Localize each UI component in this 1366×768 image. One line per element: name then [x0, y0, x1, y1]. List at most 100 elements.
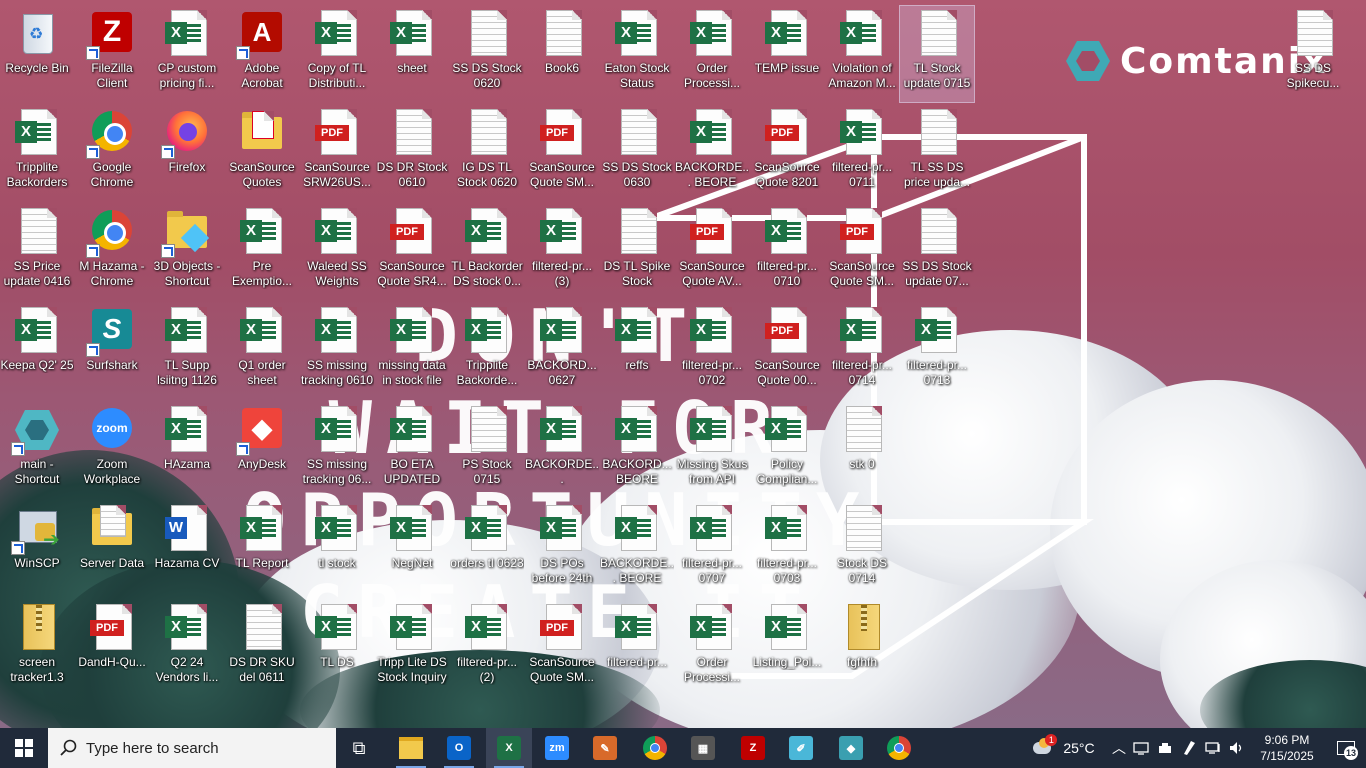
desktop-icon-3d-objects-shortcut[interactable]: 3D Objects - Shortcut: [150, 204, 224, 300]
desktop-icon-server-data[interactable]: Server Data: [75, 501, 149, 597]
desktop-icon-google-chrome[interactable]: Google Chrome: [75, 105, 149, 201]
desktop-icon-tl-supp-lsiitng-1126[interactable]: X TL Supp lsiitng 1126: [150, 303, 224, 399]
desktop-icon-scansource-quote-sr4[interactable]: PDF ScanSource Quote SR4...: [375, 204, 449, 300]
desktop-icon-firefox[interactable]: Firefox: [150, 105, 224, 201]
desktop-icon-ss-ds-stock-update-07[interactable]: SS DS Stock update 07...: [900, 204, 974, 300]
desktop-icon-ig-ds-tl-stock-0620[interactable]: IG DS TL Stock 0620: [450, 105, 524, 201]
desktop-icon-filtered-pr-0714[interactable]: Xfiltered-pr... 0714: [825, 303, 899, 399]
desktop-icon-pre-exemptio[interactable]: X Pre Exemptio...: [225, 204, 299, 300]
desktop-icon-cp-custom-pricing-fi[interactable]: X CP custom pricing fi...: [150, 6, 224, 102]
taskbar-filezilla-button[interactable]: Z: [730, 728, 776, 768]
desktop-icon-waleed-ss-weights[interactable]: X Waleed SS Weights: [300, 204, 374, 300]
tray-pen-icon[interactable]: [1178, 728, 1200, 768]
desktop-icon-stk-0[interactable]: stk 0: [825, 402, 899, 498]
desktop-icon-ss-ds-spikecu[interactable]: SS DS Spikecu...: [1276, 6, 1350, 102]
desktop-icon-order-processi[interactable]: X Order Processi...: [675, 6, 749, 102]
desktop-icon-backorde-0627-20250[interactable]: XBACKORDE... 0627(20250...: [525, 402, 599, 498]
desktop-icon-winscp[interactable]: ➔ WinSCP: [0, 501, 74, 597]
desktop-icon-book6[interactable]: Book6: [525, 6, 599, 102]
tray-network-device-icon[interactable]: [1154, 728, 1176, 768]
desktop-icon-missing-skus-from-api[interactable]: X Missing Skus from API: [675, 402, 749, 498]
desktop-icon-backord-beore-23r[interactable]: XBACKORD... BEORE 23R...: [600, 402, 674, 498]
taskbar-comtanix-button[interactable]: ◆: [828, 728, 874, 768]
taskbar-search-box[interactable]: Type here to search: [48, 728, 336, 768]
notification-center-button[interactable]: 13: [1328, 728, 1364, 768]
desktop-icon-filezilla-client[interactable]: Z FileZilla Client: [75, 6, 149, 102]
taskbar-file-explorer-button[interactable]: [388, 728, 434, 768]
desktop-icon-ds-dr-sku-del-0611[interactable]: DS DR SKU del 0611: [225, 600, 299, 696]
desktop-icon-scansource-quotes[interactable]: ScanSource Quotes: [225, 105, 299, 201]
desktop-icon-backorde-beore-23r[interactable]: XBACKORDE... BEORE 23R...: [600, 501, 674, 597]
desktop-icon-scansource-quote-00[interactable]: PDF ScanSource Quote 00...: [750, 303, 824, 399]
desktop-icon-scansource-quote-8201[interactable]: PDF ScanSource Quote 8201: [750, 105, 824, 201]
desktop-icon-violation-of-amazon-m[interactable]: X Violation of Amazon M...: [825, 6, 899, 102]
desktop-icon-ps-stock-0715[interactable]: PS Stock 0715: [450, 402, 524, 498]
desktop-icon-scansource-quote-sm[interactable]: PDF ScanSource Quote SM...: [825, 204, 899, 300]
desktop-icon-policy-complian[interactable]: X Policy Complian...: [750, 402, 824, 498]
desktop-icon-orders-tl-0623[interactable]: Xorders tl 0623: [450, 501, 524, 597]
desktop-icon-anydesk[interactable]: ◆ AnyDesk: [225, 402, 299, 498]
desktop-icon-main-shortcut[interactable]: main - Shortcut: [0, 402, 74, 498]
desktop-icon-tripplite-backorders[interactable]: X Tripplite Backorders: [0, 105, 74, 201]
desktop-icon-tl-backorder-ds-stock-0[interactable]: X TL Backorder DS stock 0...: [450, 204, 524, 300]
desktop-icon-hazama-cv[interactable]: W Hazama CV: [150, 501, 224, 597]
desktop-icon-fgfhfh[interactable]: fgfhfh: [825, 600, 899, 696]
desktop-icon-tl-report[interactable]: X TL Report: [225, 501, 299, 597]
desktop-icon-filtered-pr-0713[interactable]: Xfiltered-pr... 0713: [900, 303, 974, 399]
desktop-icon-screen-tracker1-3[interactable]: screen tracker1.3: [0, 600, 74, 696]
desktop-icon-filtered-pr-0702[interactable]: Xfiltered-pr... 0702: [675, 303, 749, 399]
taskbar-chrome-button[interactable]: [876, 728, 922, 768]
desktop-icon-order-processi[interactable]: X Order Processi...: [675, 600, 749, 696]
desktop[interactable]: DON'T WAIT FOR OPPORTUNITY CREATE IT Com…: [0, 0, 1366, 728]
desktop-icon-negnet[interactable]: X NegNet: [375, 501, 449, 597]
desktop-icon-filtered-pr-2[interactable]: Xfiltered-pr... (2): [450, 600, 524, 696]
taskbar-notes-button[interactable]: ✐: [778, 728, 824, 768]
desktop-icon-surfshark[interactable]: S Surfshark: [75, 303, 149, 399]
desktop-icon-filtered-pr-0711[interactable]: Xfiltered-pr... 0711: [825, 105, 899, 201]
desktop-icon-zoom-workplace[interactable]: zoom Zoom Workplace: [75, 402, 149, 498]
desktop-icon-temp-issue[interactable]: X TEMP issue: [750, 6, 824, 102]
desktop-icon-ss-price-update-0416[interactable]: SS Price update 0416: [0, 204, 74, 300]
desktop-icon-filtered-pr-3[interactable]: Xfiltered-pr... (3): [525, 204, 599, 300]
desktop-icon-ds-dr-stock-0610[interactable]: DS DR Stock 0610: [375, 105, 449, 201]
desktop-icon-filtered-pr-0703[interactable]: Xfiltered-pr... 0703: [750, 501, 824, 597]
tray-network-icon[interactable]: [1202, 728, 1224, 768]
desktop-icon-reffs[interactable]: Xreffs: [600, 303, 674, 399]
desktop-icon-ss-missing-tracking-06[interactable]: X SS missing tracking 06...: [300, 402, 374, 498]
desktop-icon-missing-data-in-stock-file[interactable]: Xmissing data in stock file: [375, 303, 449, 399]
desktop-icon-sheet[interactable]: Xsheet: [375, 6, 449, 102]
desktop-icon-ss-ds-stock-0620[interactable]: SS DS Stock 0620: [450, 6, 524, 102]
desktop-icon-adobe-acrobat[interactable]: A Adobe Acrobat: [225, 6, 299, 102]
desktop-icon-m-hazama-chrome[interactable]: M Hazama - Chrome: [75, 204, 149, 300]
desktop-icon-keepa-q2-25[interactable]: X Keepa Q2' 25: [0, 303, 74, 399]
taskbar-excel-button[interactable]: X: [486, 728, 532, 768]
desktop-icon-filtered-pr-0710[interactable]: Xfiltered-pr... 0710: [750, 204, 824, 300]
desktop-icon-q2-24-vendors-li[interactable]: X Q2 24 Vendors li...: [150, 600, 224, 696]
taskbar-task-view-button[interactable]: ⧉: [336, 728, 382, 768]
desktop-icon-tl-stock[interactable]: Xtl stock: [300, 501, 374, 597]
desktop-icon-tripp-lite-ds-stock-inquiry[interactable]: X Tripp Lite DS Stock Inquiry: [375, 600, 449, 696]
start-button[interactable]: [0, 728, 48, 768]
desktop-icon-eaton-stock-status[interactable]: X Eaton Stock Status: [600, 6, 674, 102]
desktop-icon-filtered-pr[interactable]: Xfiltered-pr...: [600, 600, 674, 696]
desktop-icon-tl-stock-update-0715[interactable]: TL Stock update 0715: [899, 5, 975, 103]
desktop-icon-tripplite-backorde[interactable]: X Tripplite Backorde...: [450, 303, 524, 399]
weather-widget[interactable]: 1 25°C: [1020, 728, 1108, 768]
taskbar-outlook-button[interactable]: O: [436, 728, 482, 768]
taskbar-zoom-button[interactable]: zm: [534, 728, 580, 768]
desktop-icon-filtered-pr-0707[interactable]: Xfiltered-pr... 0707: [675, 501, 749, 597]
desktop-icon-copy-of-tl-distributi[interactable]: X Copy of TL Distributi...: [300, 6, 374, 102]
desktop-icon-tl-ds[interactable]: X TL DS: [300, 600, 374, 696]
show-hidden-icons-button[interactable]: ︿: [1110, 728, 1128, 768]
taskbar-calculator-button[interactable]: ▦: [680, 728, 726, 768]
desktop-icon-scansource-quote-av[interactable]: PDF ScanSource Quote AV...: [675, 204, 749, 300]
desktop-icon-stock-ds-0714[interactable]: Stock DS 0714: [825, 501, 899, 597]
tray-security-icon[interactable]: [1130, 728, 1152, 768]
desktop-icon-ds-pos-before-24th[interactable]: X DS POs before 24th: [525, 501, 599, 597]
desktop-icon-tl-ss-ds-price-upda[interactable]: TL SS DS price upda...: [900, 105, 974, 201]
tray-volume-icon[interactable]: [1226, 728, 1248, 768]
desktop-icon-ss-ds-stock-0630[interactable]: SS DS Stock 0630: [600, 105, 674, 201]
desktop-icon-hazama[interactable]: X HAzama: [150, 402, 224, 498]
desktop-icon-scansource-srw26us[interactable]: PDF ScanSource SRW26US...: [300, 105, 374, 201]
desktop-icon-dandh-qu[interactable]: PDF DandH-Qu...: [75, 600, 149, 696]
